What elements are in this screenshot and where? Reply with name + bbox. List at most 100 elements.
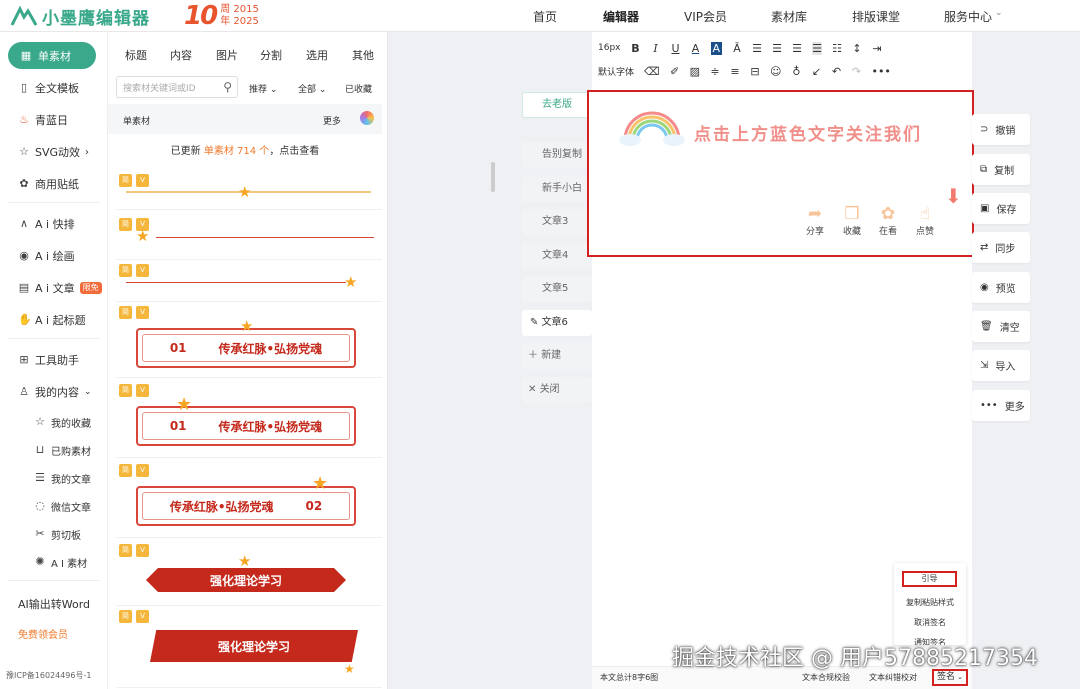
line-height-icon[interactable]: ↕ [852, 42, 862, 55]
sidebar-item-ai-article[interactable]: ▤ A i 文章 限免 [18, 280, 102, 296]
align-center-icon[interactable]: ☰ [772, 42, 782, 55]
doc-tab[interactable]: 告别复制 [522, 142, 592, 168]
filter-favorited[interactable]: 已收藏 [345, 82, 372, 95]
menu-item-guide[interactable]: 引导 [902, 571, 957, 587]
doc-tab[interactable]: 文章4 [522, 243, 592, 269]
highlighted-follow-banner[interactable]: 点击上方蓝色文字关注我们 ➦ 分享 ❒ 收藏 ✿ 在看 ☝ 点赞 ⬇ [587, 90, 974, 257]
sidebar-item-tools[interactable]: ⊞ 工具助手 [18, 352, 79, 368]
chevron-down-icon[interactable]: ⌄ [995, 8, 1003, 18]
bg-color-icon[interactable]: A [710, 41, 723, 55]
sync-button[interactable]: ⇄ 同步 [972, 232, 1030, 263]
doc-tab[interactable]: 文章5 [522, 276, 592, 302]
layout-icon[interactable]: ⊟ [750, 65, 760, 78]
align-justify-icon[interactable]: ☰ [812, 41, 823, 55]
like-action[interactable]: ☝ 点赞 [908, 204, 942, 237]
material-card[interactable]: 简V 强化理论学习 ★ [116, 542, 382, 606]
sidebar-item-my-content[interactable]: ♙ 我的内容 ⌄ [18, 384, 91, 400]
sidebar-item-ai-paint[interactable]: ◉ A i 绘画 [18, 248, 74, 264]
proofread-button[interactable]: 文本纠错校对 [869, 672, 917, 683]
scrollbar[interactable] [491, 162, 495, 192]
format-brush-icon[interactable]: ✐ [670, 65, 680, 78]
bulb-icon[interactable]: ♁ [791, 65, 801, 78]
font-color-icon[interactable]: A [691, 42, 701, 55]
text-effect-icon[interactable]: Ā [732, 42, 742, 55]
sidebar-item-ai-title[interactable]: ✋ A i 起标题 [18, 312, 86, 328]
spacing-icon[interactable]: ≑ [710, 65, 720, 78]
sidebar-item-svg[interactable]: ☆ SVG动效 › [18, 144, 89, 160]
indent-icon[interactable]: ☷ [832, 42, 842, 55]
ai-word-link[interactable]: AI输出转Word [18, 596, 90, 612]
color-icon[interactable] [360, 111, 374, 125]
sidebar-item-templates[interactable]: ▯ 全文模板 [18, 80, 79, 96]
copy-button[interactable]: ⧉ 复制 [972, 154, 1030, 185]
nav-materials[interactable]: 素材库 [771, 8, 807, 25]
menu-item-cancel-sign[interactable]: 取消签名 [894, 617, 966, 628]
material-card[interactable]: 简V 01 传承红脉•弘扬党魂 ★ [116, 304, 382, 378]
sidebar-item-ai-layout[interactable]: ∧ A i 快排 [18, 216, 75, 232]
follow-us-text[interactable]: 点击上方蓝色文字关注我们 [694, 120, 922, 145]
exit-icon[interactable]: ⇥ [872, 42, 882, 55]
compliance-check-button[interactable]: 文本合规校验 [802, 672, 850, 683]
sidebar-item-stickers[interactable]: ✿ 商用贴纸 [18, 176, 79, 192]
paragraph-icon[interactable]: ≡ [730, 65, 740, 78]
nav-editor[interactable]: 编辑器 [603, 8, 639, 25]
image-icon[interactable]: ▨ [690, 65, 700, 78]
sidebar-item-qinglan[interactable]: ♨ 青蓝日 [18, 112, 68, 128]
bold-icon[interactable]: B [631, 42, 641, 55]
nav-classroom[interactable]: 排版课堂 [852, 8, 900, 25]
undo-icon[interactable]: ↶ [831, 65, 841, 78]
sidebar-sub-ai-material[interactable]: ✺ A I 素材 [34, 554, 87, 570]
more-icon[interactable]: ••• [871, 65, 890, 78]
tab-title[interactable]: 标题 [125, 47, 147, 63]
menu-item-copy-style[interactable]: 复制粘贴样式 [894, 597, 966, 608]
sidebar-sub-wechat[interactable]: ◌ 微信文章 [34, 498, 91, 514]
share-action[interactable]: ➦ 分享 [798, 204, 832, 237]
more-link[interactable]: 更多 [323, 114, 341, 127]
filter-all[interactable]: 全部 ⌄ [298, 82, 326, 95]
italic-icon[interactable]: I [651, 42, 661, 55]
nav-vip[interactable]: VIP会员 [684, 8, 727, 25]
cursor-icon[interactable]: ↙ [811, 65, 821, 78]
font-family-select[interactable]: 默认字体 [598, 65, 634, 78]
more-button[interactable]: ••• 更多 [972, 390, 1030, 421]
sidebar-sub-articles[interactable]: ☰ 我的文章 [34, 470, 91, 486]
save-button[interactable]: ▣ 保存 [972, 193, 1030, 224]
sidebar-sub-favorites[interactable]: ☆ 我的收藏 [34, 414, 91, 430]
doc-tab-current[interactable]: ✎ 文章6 [522, 310, 592, 336]
new-doc-button[interactable]: ＋ 新建 [522, 343, 592, 369]
underline-icon[interactable]: U [671, 42, 681, 55]
tab-other[interactable]: 其他 [352, 47, 374, 63]
logo[interactable]: 小墨鹰编辑器 [10, 3, 170, 29]
eraser-icon[interactable]: ⌫ [644, 65, 660, 78]
doc-tab[interactable]: 文章3 [522, 209, 592, 235]
favorite-action[interactable]: ❒ 收藏 [835, 204, 869, 237]
tab-image[interactable]: 图片 [216, 47, 238, 63]
nav-home[interactable]: 首页 [533, 8, 557, 25]
material-card[interactable]: 简V ★ [116, 262, 382, 302]
free-vip-link[interactable]: 免费领会员 [18, 626, 68, 641]
tab-content[interactable]: 内容 [170, 47, 192, 63]
material-card[interactable]: 简V 强化理论学习 ★ [116, 608, 382, 688]
import-button[interactable]: ⇲ 导入 [972, 350, 1030, 381]
icp-text[interactable]: 豫ICP备16024496号-1 [6, 670, 91, 681]
search-input[interactable]: 搜索材关键词或ID ⚲ [116, 76, 238, 98]
preview-button[interactable]: ◉ 预览 [972, 272, 1030, 303]
undo-button[interactable]: ⊃ 撤销 [972, 114, 1030, 145]
material-card[interactable]: 简V 01 传承红脉•弘扬党魂 ★ [116, 382, 382, 458]
nav-service[interactable]: 服务中心 [944, 8, 992, 25]
align-right-icon[interactable]: ☰ [792, 42, 802, 55]
material-card[interactable]: 简V ★ [116, 172, 382, 210]
close-doc-button[interactable]: ✕ 关闭 [522, 377, 592, 403]
emoji-icon[interactable]: ☺ [770, 65, 781, 78]
doc-tab[interactable]: 新手小白 [522, 176, 592, 202]
redo-icon[interactable]: ↷ [851, 65, 861, 78]
search-icon[interactable]: ⚲ [223, 80, 232, 94]
update-notice[interactable]: 已更新 单素材 714 个，点击查看 [108, 140, 382, 164]
old-version-button[interactable]: 去老版 [522, 92, 592, 118]
tab-select[interactable]: 选用 [306, 47, 328, 63]
font-size-select[interactable]: 16px [598, 43, 621, 53]
filter-recommend[interactable]: 推荐 ⌄ [249, 82, 277, 95]
clear-button[interactable]: 🗑 清空 [972, 311, 1030, 342]
sidebar-item-single-material[interactable]: ▦ 单素材 [8, 42, 96, 69]
watching-action[interactable]: ✿ 在看 [871, 204, 905, 237]
